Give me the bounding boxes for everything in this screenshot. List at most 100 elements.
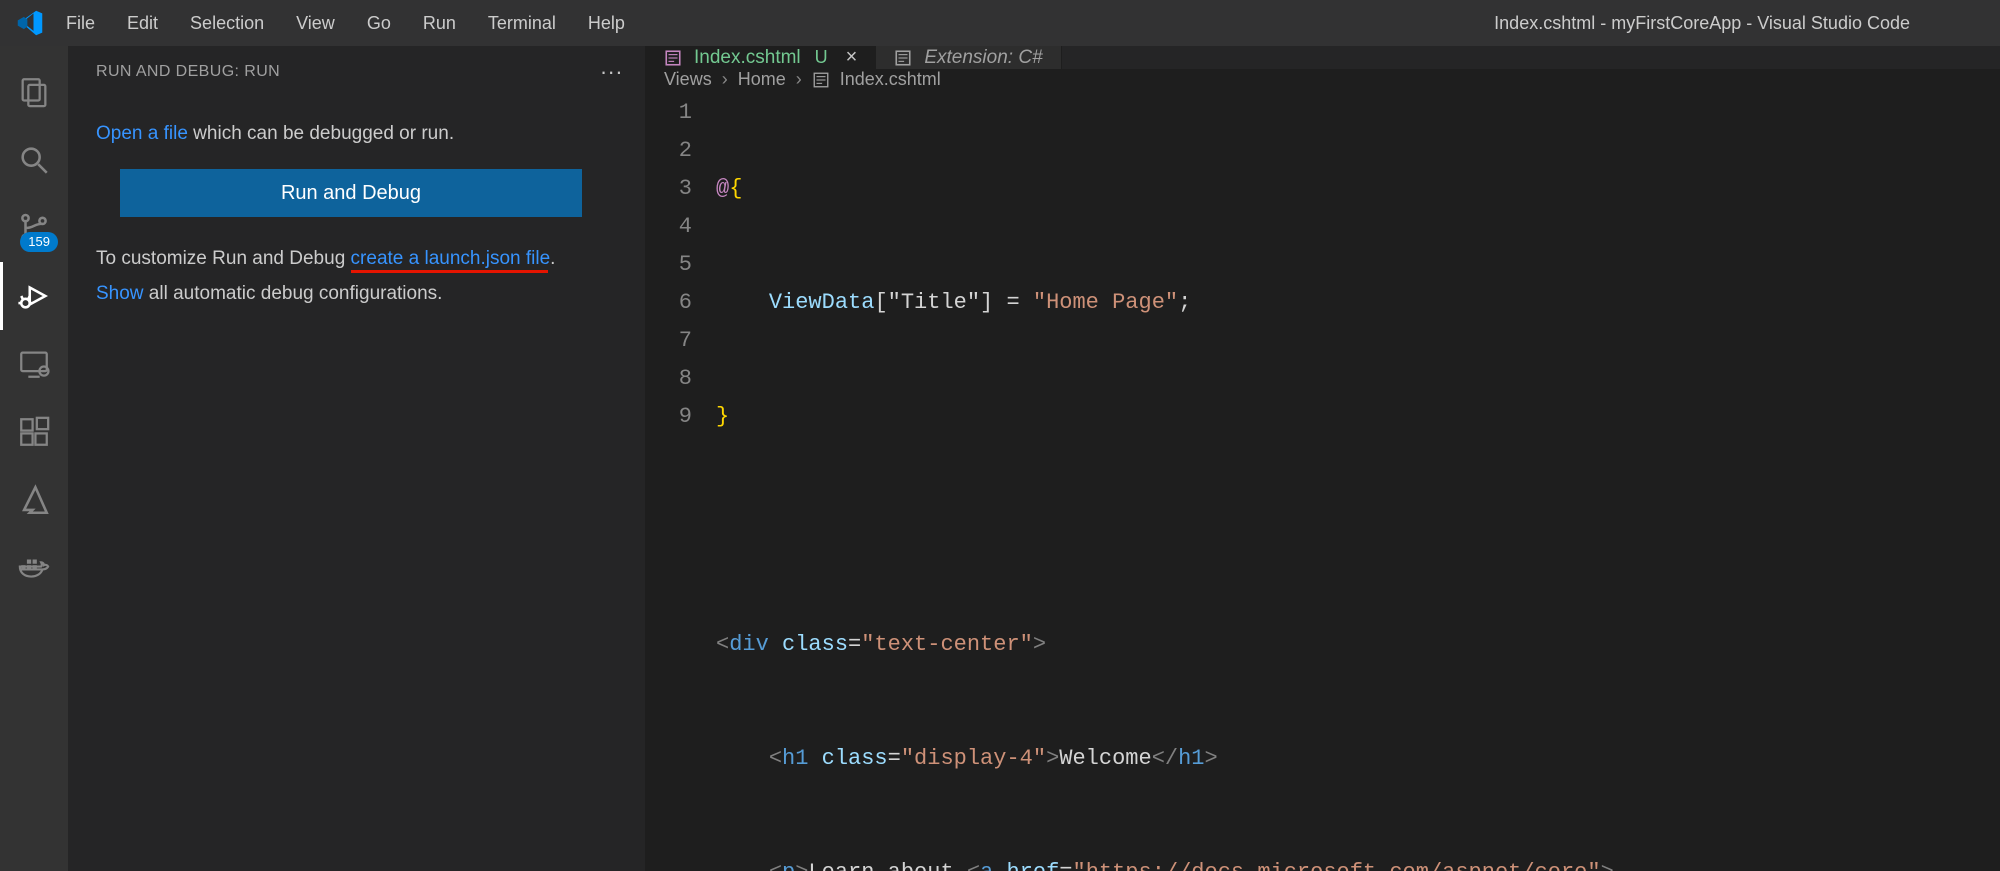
breadcrumb: Views › Home › Index.cshtml bbox=[646, 69, 2000, 90]
tok bbox=[993, 860, 1006, 871]
menu-selection[interactable]: Selection bbox=[174, 0, 280, 46]
tok: Welcome bbox=[1059, 746, 1151, 771]
tok bbox=[808, 746, 821, 771]
tok: > bbox=[795, 860, 808, 871]
menu-run[interactable]: Run bbox=[407, 0, 472, 46]
editor-area: Index.cshtml U × Extension: C# Views › H… bbox=[646, 46, 2000, 871]
tab-label: Extension: C# bbox=[924, 47, 1042, 69]
activity-remote-explorer[interactable] bbox=[0, 330, 68, 398]
titlebar: File Edit Selection View Go Run Terminal… bbox=[0, 0, 2000, 46]
tok: { bbox=[729, 176, 742, 201]
show-configs-text: all automatic debug configurations. bbox=[144, 283, 443, 304]
menu-terminal[interactable]: Terminal bbox=[472, 0, 572, 46]
chevron-right-icon: › bbox=[722, 69, 728, 90]
line-number: 4 bbox=[646, 208, 692, 246]
line-number: 7 bbox=[646, 322, 692, 360]
run-and-debug-button[interactable]: Run and Debug bbox=[120, 169, 582, 217]
sidebar-body: Open a file which can be debugged or run… bbox=[68, 98, 645, 329]
activity-docker[interactable] bbox=[0, 534, 68, 602]
line-number: 1 bbox=[646, 94, 692, 132]
breadcrumb-home[interactable]: Home bbox=[738, 69, 786, 90]
tok: < bbox=[716, 632, 729, 657]
tok bbox=[769, 632, 782, 657]
tok: = bbox=[1059, 860, 1072, 871]
tok: h1 bbox=[782, 746, 808, 771]
tok: = bbox=[888, 746, 901, 771]
open-file-link[interactable]: Open a file bbox=[96, 123, 188, 144]
tok: ["Title"] bbox=[874, 290, 993, 315]
tok: > bbox=[1205, 746, 1218, 771]
line-number: 9 bbox=[646, 398, 692, 436]
tok: "display-4" bbox=[901, 746, 1046, 771]
tok: class bbox=[822, 746, 888, 771]
code-editor[interactable]: 1 2 3 4 5 6 7 8 9 @{ ViewData["Title"] =… bbox=[646, 90, 2000, 871]
tok: < bbox=[967, 860, 980, 871]
tab-modified-marker: U bbox=[815, 47, 828, 68]
tok: " bbox=[1587, 860, 1600, 871]
tok bbox=[716, 290, 769, 315]
tok bbox=[716, 860, 769, 871]
customize-line: To customize Run and Debug create a laun… bbox=[96, 241, 617, 276]
menu-view[interactable]: View bbox=[280, 0, 351, 46]
tok: = bbox=[993, 290, 1033, 315]
menu-file[interactable]: File bbox=[50, 0, 111, 46]
tok: " bbox=[1072, 860, 1085, 871]
tok: p bbox=[782, 860, 795, 871]
line-number: 3 bbox=[646, 170, 692, 208]
more-actions-icon[interactable]: ··· bbox=[600, 59, 623, 85]
scm-badge: 159 bbox=[20, 232, 58, 252]
activity-bar: 159 bbox=[0, 46, 68, 871]
tok: ViewData bbox=[769, 290, 875, 315]
line-number: 8 bbox=[646, 360, 692, 398]
tok: = bbox=[848, 632, 861, 657]
open-file-text: which can be debugged or run. bbox=[188, 123, 454, 144]
menu-edit[interactable]: Edit bbox=[111, 0, 174, 46]
activity-run-debug[interactable] bbox=[0, 262, 68, 330]
tab-extension-csharp[interactable]: Extension: C# bbox=[876, 46, 1061, 69]
activity-azure[interactable] bbox=[0, 466, 68, 534]
sidebar-header: RUN AND DEBUG: RUN ··· bbox=[68, 46, 645, 98]
razor-file-icon bbox=[664, 48, 684, 68]
tok: "Home Page" bbox=[1033, 290, 1178, 315]
window-title: Index.cshtml - myFirstCoreApp - Visual S… bbox=[1494, 13, 1990, 34]
tok: ; bbox=[1178, 290, 1191, 315]
tok: } bbox=[716, 404, 729, 429]
show-configs-line: Show all automatic debug configurations. bbox=[96, 276, 617, 311]
tok: href bbox=[1006, 860, 1059, 871]
activity-source-control[interactable]: 159 bbox=[0, 194, 68, 262]
tok: > bbox=[1601, 860, 1614, 871]
close-icon[interactable]: × bbox=[846, 46, 858, 69]
sidebar-run-debug: RUN AND DEBUG: RUN ··· Open a file which… bbox=[68, 46, 646, 871]
tok: a bbox=[980, 860, 993, 871]
tok: > bbox=[1033, 632, 1046, 657]
editor-tabs: Index.cshtml U × Extension: C# bbox=[646, 46, 2000, 69]
activity-explorer[interactable] bbox=[0, 58, 68, 126]
tok: h1 bbox=[1178, 746, 1204, 771]
sidebar-title: RUN AND DEBUG: RUN bbox=[96, 63, 280, 81]
open-file-line: Open a file which can be debugged or run… bbox=[96, 116, 617, 151]
line-number: 2 bbox=[646, 132, 692, 170]
tok: @ bbox=[716, 176, 729, 201]
vscode-logo-icon bbox=[10, 9, 50, 37]
tok: Learn about bbox=[808, 860, 966, 871]
activity-extensions[interactable] bbox=[0, 398, 68, 466]
customize-suffix: . bbox=[550, 248, 555, 269]
breadcrumb-file[interactable]: Index.cshtml bbox=[840, 69, 941, 90]
line-number-gutter: 1 2 3 4 5 6 7 8 9 bbox=[646, 94, 716, 871]
tok bbox=[716, 746, 769, 771]
tok: https://docs.microsoft.com/aspnet/core bbox=[1086, 860, 1588, 871]
line-number: 6 bbox=[646, 284, 692, 322]
breadcrumb-views[interactable]: Views bbox=[664, 69, 712, 90]
menu-help[interactable]: Help bbox=[572, 0, 641, 46]
show-configs-link[interactable]: Show bbox=[96, 283, 144, 304]
line-number: 5 bbox=[646, 246, 692, 284]
tok: "text-center" bbox=[861, 632, 1033, 657]
activity-search[interactable] bbox=[0, 126, 68, 194]
chevron-right-icon: › bbox=[796, 69, 802, 90]
tok: < bbox=[769, 860, 782, 871]
code-content[interactable]: @{ ViewData["Title"] = "Home Page"; } <d… bbox=[716, 94, 2000, 871]
menu-go[interactable]: Go bbox=[351, 0, 407, 46]
create-launch-json-link[interactable]: create a launch.json file bbox=[351, 248, 551, 269]
tab-label: Index.cshtml bbox=[694, 47, 801, 69]
tab-index-cshtml[interactable]: Index.cshtml U × bbox=[646, 46, 876, 69]
